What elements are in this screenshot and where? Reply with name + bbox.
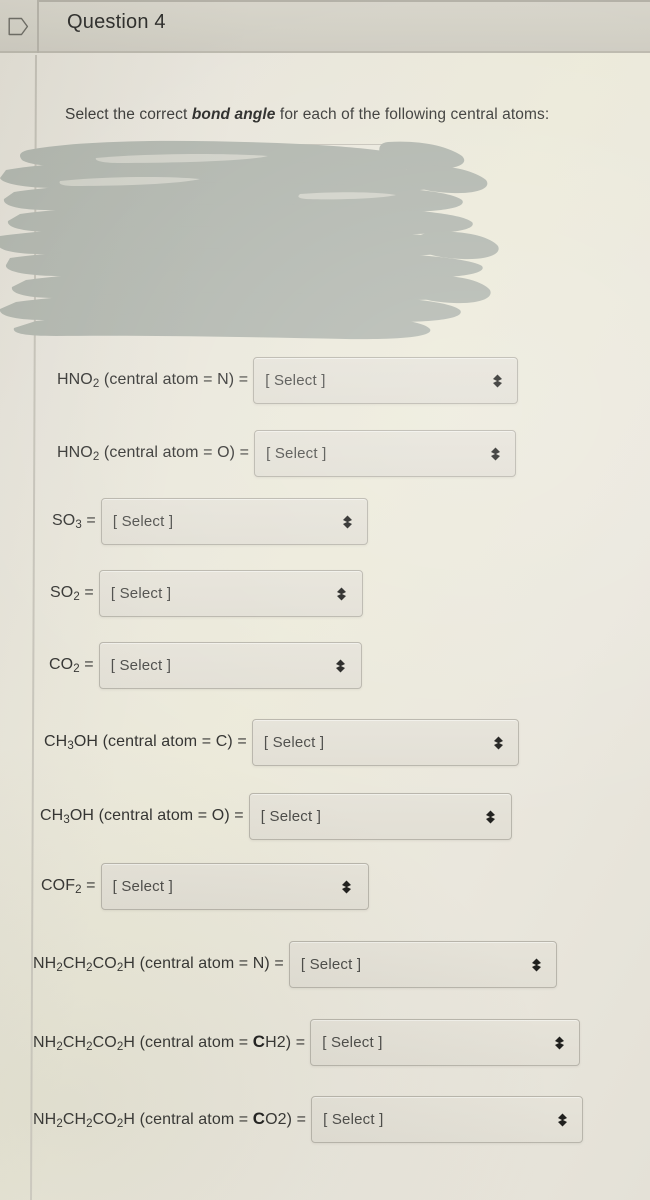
bond-angle-row: NH2CH2CO2H (central atom = N) = [ Select… [33, 941, 557, 988]
row-label-hno2-o: HNO2 (central atom = O) = [57, 443, 250, 464]
row-label-so3: SO3 = [52, 511, 96, 532]
select-ch3oh-c[interactable]: [ Select ] [251, 719, 519, 766]
select-value-hno2-o: [ Select ] [266, 445, 327, 462]
select-value-glycine-ch2: [ Select ] [322, 1034, 383, 1051]
row-label-hno2-n: HNO2 (central atom = N) = [57, 370, 249, 391]
select-ch3oh-o[interactable]: [ Select ] [248, 793, 512, 840]
bond-angle-row: CO2 = [ Select ] [49, 642, 362, 689]
row-label-ch3oh-o: CH3OH (central atom = O) = [40, 806, 244, 827]
select-co2[interactable]: [ Select ] [98, 642, 362, 689]
select-glycine-n[interactable]: [ Select ] [288, 941, 557, 988]
select-so3[interactable]: [ Select ] [100, 498, 368, 545]
page-title: Question 4 [67, 11, 166, 33]
bond-angle-row: COF2 = [ Select ] [41, 863, 369, 910]
header-vertical-divider [37, 0, 39, 53]
select-value-ch3oh-c: [ Select ] [263, 734, 325, 751]
row-label-so2: SO2 = [50, 583, 94, 604]
row-label-ch3oh-c: CH3OH (central atom = C) = [44, 732, 247, 753]
bond-angle-row: NH2CH2CO2H (central atom = CH2) = [ Sele… [33, 1019, 581, 1066]
chevron-up-down-icon[interactable] [492, 735, 505, 751]
question-header: Question 4 [0, 0, 650, 53]
bond-angle-row: HNO2 (central atom = N) = [ Select ] [57, 357, 519, 404]
row-label-cof2: COF2 = [41, 876, 96, 897]
header-top-rule [38, 0, 650, 2]
bond-angle-row: CH3OH (central atom = O) = [ Select ] [40, 793, 512, 840]
select-value-cof2: [ Select ] [112, 878, 173, 895]
bond-angle-row: SO3 = [ Select ] [52, 498, 368, 545]
chevron-up-down-icon[interactable] [341, 514, 354, 530]
bond-angle-row: NH2CH2CO2H (central atom = CO2) = [ Sele… [33, 1096, 584, 1143]
select-value-hno2-n: [ Select ] [265, 372, 326, 389]
select-value-glycine-co2: [ Select ] [323, 1111, 384, 1128]
chevron-up-down-icon[interactable] [484, 809, 497, 825]
select-value-so2: [ Select ] [110, 585, 172, 602]
prompt-after: for each of the following central atoms: [275, 106, 550, 123]
row-label-glycine-ch2: NH2CH2CO2H (central atom = CH2) = [33, 1031, 306, 1054]
question-screenshot: Question 4 Select the correct bond angle… [0, 0, 650, 1200]
select-value-so3: [ Select ] [112, 513, 174, 530]
chevron-up-down-icon[interactable] [553, 1035, 566, 1051]
chevron-up-down-icon[interactable] [335, 586, 348, 602]
redacted-scribble [0, 136, 500, 341]
chevron-up-down-icon[interactable] [530, 957, 543, 973]
chevron-up-down-icon[interactable] [340, 879, 353, 895]
flag-outline-icon[interactable] [8, 17, 29, 36]
select-hno2-o[interactable]: [ Select ] [254, 430, 517, 477]
select-so2[interactable]: [ Select ] [98, 570, 363, 617]
bond-angle-row: HNO2 (central atom = O) = [ Select ] [57, 430, 517, 477]
select-glycine-co2[interactable]: [ Select ] [311, 1096, 584, 1143]
select-value-co2: [ Select ] [110, 657, 172, 674]
bond-angle-row: SO2 = [ Select ] [50, 570, 363, 617]
prompt-emphasis: bond angle [191, 106, 276, 123]
row-label-co2: CO2 = [49, 655, 94, 676]
chevron-up-down-icon[interactable] [334, 658, 347, 674]
select-value-ch3oh-o: [ Select ] [260, 808, 322, 825]
select-glycine-ch2[interactable]: [ Select ] [310, 1019, 581, 1066]
chevron-up-down-icon[interactable] [491, 373, 504, 389]
row-label-glycine-n: NH2CH2CO2H (central atom = N) = [33, 954, 284, 975]
select-hno2-n[interactable]: [ Select ] [253, 357, 519, 404]
bond-angle-row: CH3OH (central atom = C) = [ Select ] [44, 719, 519, 766]
chevron-up-down-icon[interactable] [489, 446, 502, 462]
select-cof2[interactable]: [ Select ] [100, 863, 369, 910]
question-prompt: Select the correct bond angle for each o… [65, 106, 549, 124]
select-value-glycine-n: [ Select ] [300, 956, 362, 973]
row-label-glycine-co2: NH2CH2CO2H (central atom = CO2) = [33, 1108, 307, 1131]
prompt-before: Select the correct [65, 106, 192, 123]
chevron-up-down-icon[interactable] [556, 1112, 569, 1128]
